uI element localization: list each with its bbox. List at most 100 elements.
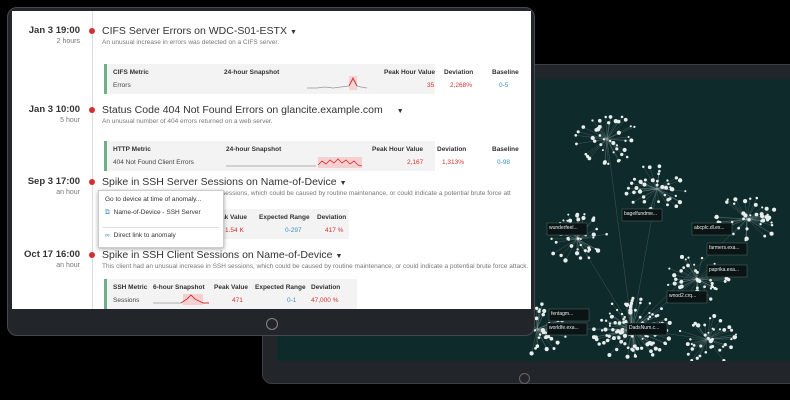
graph-node [759,223,762,226]
graph-node [574,134,578,137]
graph-node [624,139,627,143]
graph-node [700,256,704,260]
graph-node [657,348,662,352]
front-home-button [266,318,278,330]
graph-node [744,236,749,241]
col3-label: Deviation [317,214,347,221]
svg-text:farmers.exa...: farmers.exa... [709,245,740,251]
menu-header: Go to device at time of anomaly... [105,196,202,203]
graph-node-label: DadsNum.c... [626,322,668,336]
graph-node [564,335,567,338]
anomaly-title[interactable]: Spike in SSH Client Sessions on Name-of-… [102,249,333,261]
graph-node-label: bagelfundme... [621,208,663,222]
graph-node-label: abcplc.dl.ex... [691,222,733,236]
link-icon: ∞ [105,232,110,239]
col3-value: 47,000 % [311,297,339,304]
graph-node [549,336,554,341]
graph-node [684,190,687,193]
graph-node [679,254,685,260]
graph-node [648,311,651,315]
svg-text:wunderfeel...: wunderfeel... [549,225,578,231]
col1-value: 35 [427,82,435,89]
graph-node [600,329,604,332]
graph-node [666,179,669,182]
graph-node [699,344,703,348]
metric-header: HTTP Metric [113,146,151,153]
graph-node [542,308,547,314]
graph-node [641,337,644,340]
metric-name: Sessions [113,297,140,304]
graph-node [591,119,594,122]
graph-node [685,342,690,347]
graph-node [625,155,629,159]
graph-node [622,320,626,324]
graph-node-label: paprika.exa... [706,264,748,278]
graph-node [647,165,652,170]
graph-node [730,337,733,341]
graph-node [613,321,617,325]
col1-value: 471 [232,297,243,304]
menu-item-device[interactable]: ⧉ Name-of-Device - SSH Server [105,209,201,217]
graph-node [576,237,580,241]
graph-node [706,336,710,340]
graph-node [552,347,556,351]
caret-down-icon[interactable]: ▼ [290,29,297,36]
graph-node [725,200,729,204]
graph-node [658,169,661,173]
graph-node-label: wunderfeel... [546,222,588,236]
svg-text:worldfe.exa...: worldfe.exa... [549,325,579,331]
col1-label: Peak Hour Value [384,69,435,76]
metric-header: CIFS Metric [113,69,149,76]
graph-node [653,346,658,351]
graph-node [622,318,625,321]
graph-node [734,335,738,339]
anomaly-title[interactable]: Spike in SSH Server Sessions on Name-of-… [102,176,337,188]
graph-node [535,306,539,310]
graph-node [597,118,602,123]
graph-node [655,183,659,187]
graph-node [608,139,612,143]
svg-text:fentagm...: fentagm... [551,311,573,317]
menu-item-direct-link-label: Direct link to anomaly [113,232,176,239]
graph-node [667,182,670,186]
menu-item-direct-link[interactable]: ∞ Direct link to anomaly [105,232,176,239]
graph-node [639,297,643,301]
sparkline [307,76,367,90]
graph-node [677,200,683,205]
graph-node [550,237,553,241]
anomaly-title[interactable]: Status Code 404 Not Found Errors on glan… [102,104,383,116]
graph-node [592,236,595,239]
graph-node [664,342,668,346]
graph-node [666,203,669,207]
graph-node [602,341,606,345]
col2-label: Expected Range [255,284,306,291]
graph-node [732,232,735,236]
graph-node [627,135,630,138]
svg-text:wnod2.crq...: wnod2.crq... [669,293,696,299]
graph-node [603,327,608,332]
graph-node [668,267,671,270]
caret-down-icon[interactable]: ▼ [397,108,404,115]
graph-node [569,244,574,248]
graph-node [602,138,606,141]
graph-node [563,258,568,263]
graph-node [695,270,699,274]
graph-node [667,283,670,286]
caret-down-icon[interactable]: ▼ [340,180,347,187]
menu-item-device-label: Name-of-Device - SSH Server [113,209,201,216]
graph-node [541,330,546,335]
graph-node [721,345,725,348]
graph-node [626,346,630,350]
graph-node [714,216,717,219]
graph-node [737,226,741,230]
graph-node [616,308,619,312]
graph-node [657,164,662,169]
caret-down-icon[interactable]: ▼ [336,253,343,260]
anomaly-marker [89,28,95,34]
graph-node [591,232,596,237]
graph-node [631,200,635,204]
graph-node [575,212,580,217]
graph-node [545,346,548,350]
anomaly-title[interactable]: CIFS Server Errors on WDC-S01-ESTX [102,25,287,37]
graph-node [634,186,639,190]
